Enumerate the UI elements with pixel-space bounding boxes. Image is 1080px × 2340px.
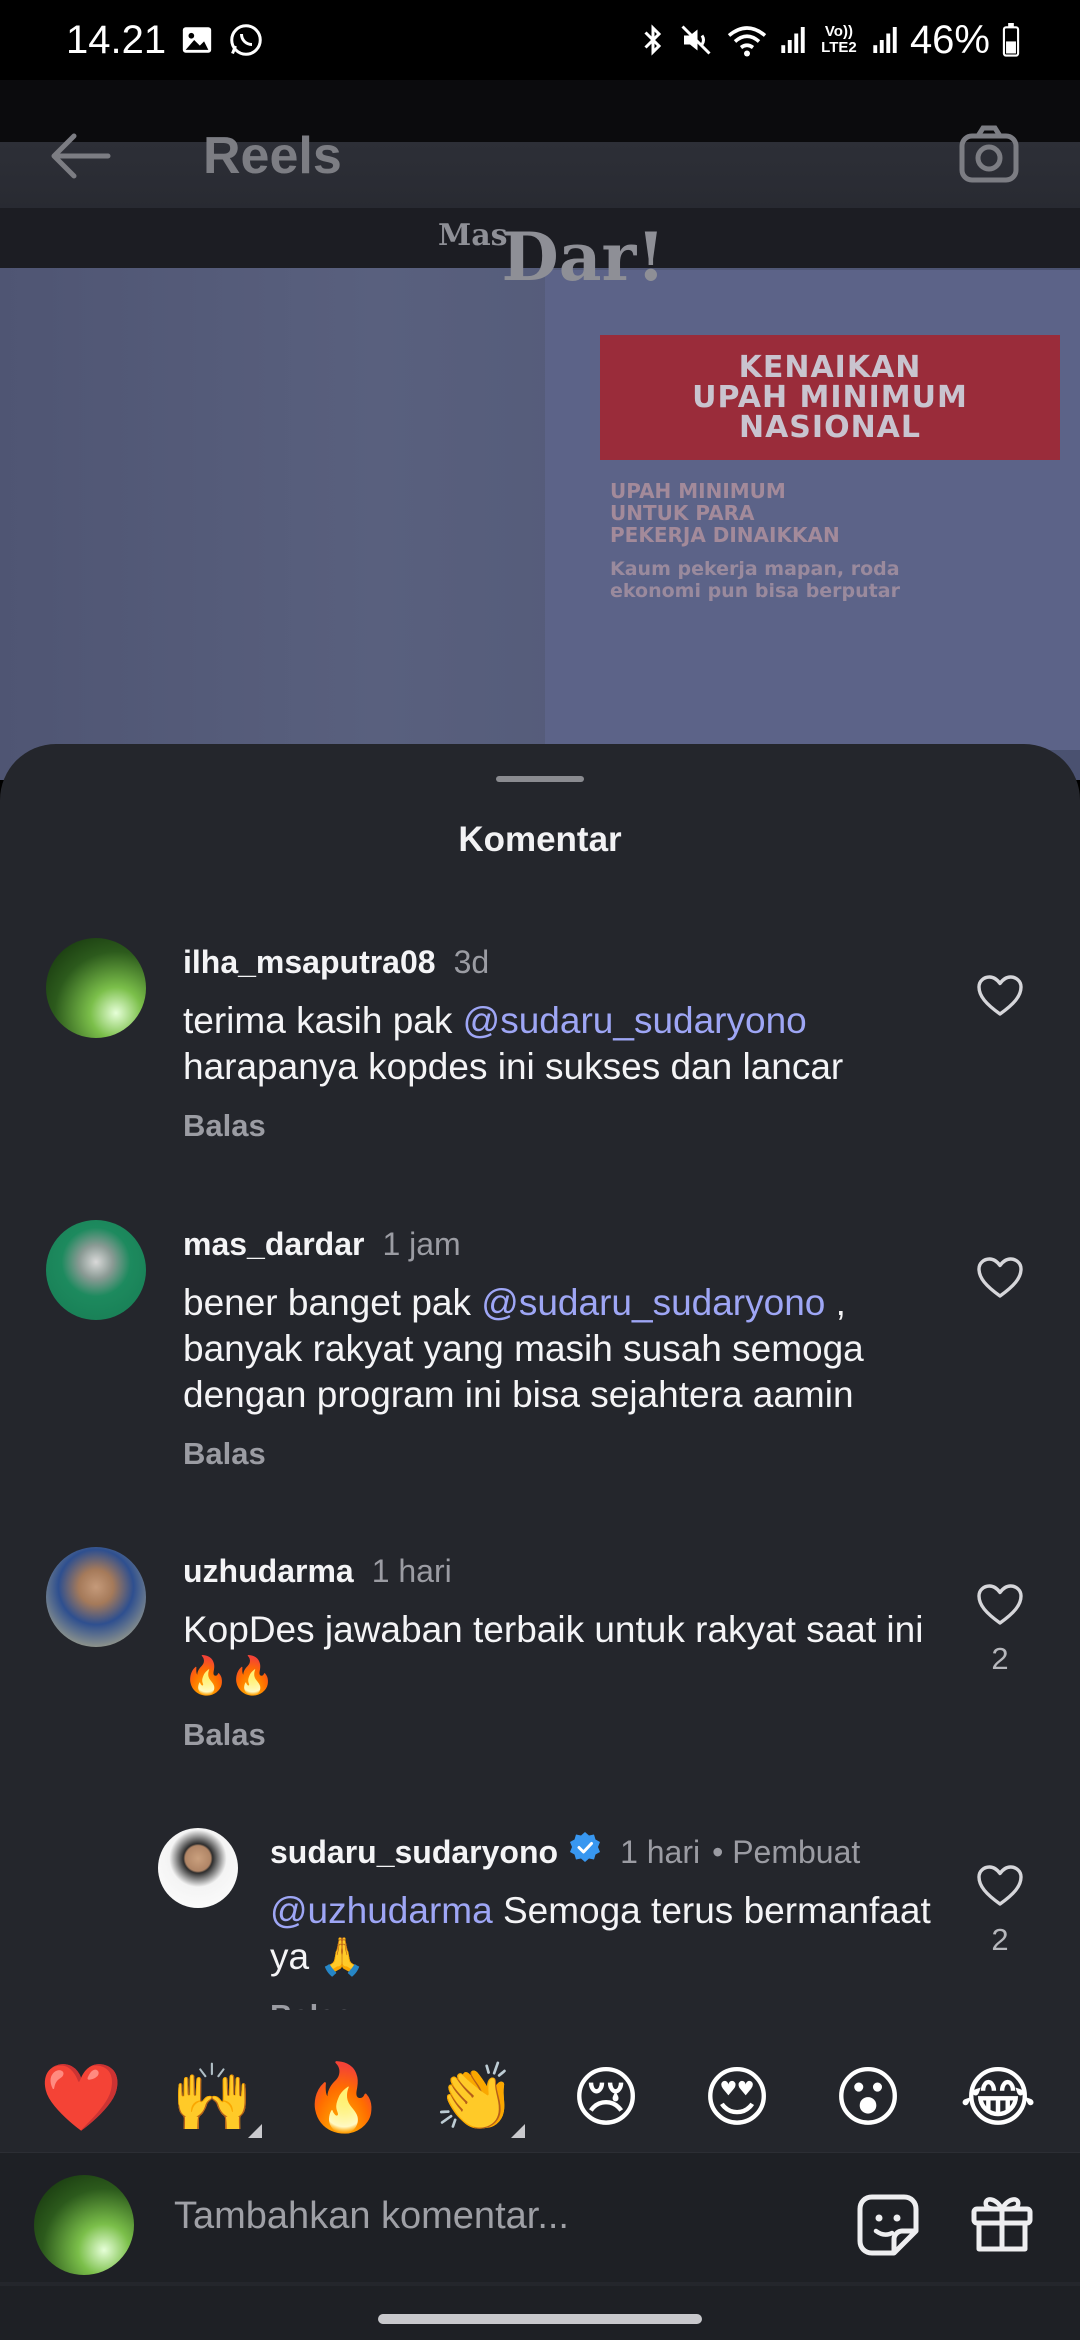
comment-time: 1 hari bbox=[371, 1552, 452, 1589]
sheet-drag-handle[interactable] bbox=[496, 776, 584, 782]
heart-icon bbox=[977, 1257, 1023, 1298]
gift-icon[interactable] bbox=[968, 2189, 1036, 2257]
comment-username[interactable]: mas_dardar bbox=[183, 1226, 364, 1263]
emoji-fire[interactable]: 🔥 bbox=[302, 2058, 384, 2138]
comment-time: 1 hari bbox=[620, 1833, 701, 1870]
status-time: 14.21 bbox=[66, 17, 167, 62]
whatsapp-notification-icon bbox=[228, 22, 264, 58]
emoji-raising-hands[interactable]: 🙌 bbox=[171, 2058, 253, 2138]
emoji-variant-indicator bbox=[511, 2124, 525, 2138]
emoji-surprised[interactable]: 😮 bbox=[828, 2058, 908, 2138]
comment-time: 3d bbox=[453, 943, 490, 980]
volte-badge: Vo)) LTE2 bbox=[821, 23, 857, 56]
camera-icon[interactable] bbox=[956, 122, 1022, 188]
like-button[interactable]: 2 bbox=[972, 1583, 1028, 1677]
mention-link[interactable]: @sudaru_sudaryono bbox=[463, 1000, 807, 1041]
video-caption: Kaum pekerja mapan, roda ekonomi pun bis… bbox=[610, 558, 900, 602]
avatar[interactable] bbox=[46, 938, 146, 1038]
sheet-title: Komentar bbox=[458, 820, 622, 859]
mute-icon bbox=[678, 22, 714, 58]
like-button[interactable] bbox=[972, 974, 1028, 1018]
comment-username[interactable]: ilha_msaputra08 bbox=[183, 944, 436, 981]
back-arrow-icon[interactable] bbox=[44, 126, 114, 186]
creator-label: • Pembuat bbox=[712, 1833, 861, 1870]
emoji-variant-indicator bbox=[248, 2124, 262, 2138]
home-gesture-pill[interactable] bbox=[378, 2314, 702, 2324]
mention-link[interactable]: @uzhudarma bbox=[270, 1890, 493, 1931]
comment-input[interactable]: Tambahkan komentar... bbox=[174, 2195, 569, 2238]
avatar[interactable] bbox=[46, 1220, 146, 1320]
gallery-notification-icon bbox=[180, 23, 214, 57]
comment-time: 1 jam bbox=[382, 1225, 461, 1262]
video-subheadline: UPAH MINIMUM UNTUK PARA PEKERJA DINAIKKA… bbox=[610, 479, 840, 547]
heart-icon bbox=[977, 1584, 1023, 1625]
emoji-laughing[interactable]: 😂 bbox=[958, 2058, 1038, 2138]
emoji-clapping[interactable]: 👏 bbox=[434, 2058, 516, 2138]
comment-text: KopDes jawaban terbaik untuk rakyat saat… bbox=[183, 1609, 924, 1696]
page-title: Reels bbox=[203, 127, 342, 185]
signal-icon bbox=[780, 24, 806, 56]
like-count: 2 bbox=[991, 1641, 1009, 1676]
heart-icon bbox=[977, 1865, 1023, 1906]
heart-icon bbox=[977, 975, 1023, 1016]
signal-2-icon bbox=[872, 24, 898, 56]
video-headline: KENAIKAN UPAH MINIMUM NASIONAL bbox=[600, 335, 1060, 460]
comment-text: @uzhudarma Semoga terus bermanfaat ya 🙏 bbox=[270, 1890, 931, 1977]
comment-username[interactable]: uzhudarma bbox=[183, 1553, 354, 1590]
reply-button[interactable]: Balas bbox=[183, 1108, 960, 1144]
video-logo: MasDar! bbox=[438, 218, 666, 296]
mention-link[interactable]: @sudaru_sudaryono bbox=[481, 1282, 825, 1323]
comment-text: terima kasih pak @sudaru_sudaryono harapa… bbox=[183, 1000, 844, 1087]
sticker-icon[interactable] bbox=[854, 2191, 922, 2259]
avatar[interactable] bbox=[46, 1547, 146, 1647]
reels-header: Reels bbox=[0, 112, 1080, 202]
battery-icon bbox=[1002, 23, 1020, 57]
emoji-crying[interactable]: 😢 bbox=[566, 2058, 646, 2138]
comment-input-row: Tambahkan komentar... bbox=[0, 2152, 1080, 2282]
status-bar: 14.21 Vo)) LTE2 46% bbox=[0, 0, 1080, 80]
comment-text: bener banget pak @sudaru_sudaryono , ban… bbox=[183, 1282, 864, 1415]
bluetooth-icon bbox=[640, 22, 666, 58]
like-button[interactable]: 2 bbox=[972, 1864, 1028, 1958]
wifi-icon bbox=[726, 22, 768, 58]
system-nav-bar bbox=[0, 2286, 1080, 2340]
verified-badge-icon bbox=[568, 1831, 602, 1873]
comment-username[interactable]: sudaru_sudaryono bbox=[270, 1834, 558, 1871]
emoji-heart[interactable]: ❤️ bbox=[40, 2058, 122, 2138]
emoji-heart-eyes[interactable]: 😍 bbox=[697, 2058, 777, 2138]
reply-button[interactable]: Balas bbox=[183, 1717, 960, 1753]
like-button[interactable] bbox=[972, 1256, 1028, 1300]
battery-percent: 46% bbox=[909, 17, 990, 62]
avatar[interactable] bbox=[158, 1828, 238, 1908]
my-avatar bbox=[34, 2175, 134, 2275]
like-count: 2 bbox=[991, 1922, 1009, 1957]
reply-button[interactable]: Balas bbox=[183, 1436, 960, 1472]
